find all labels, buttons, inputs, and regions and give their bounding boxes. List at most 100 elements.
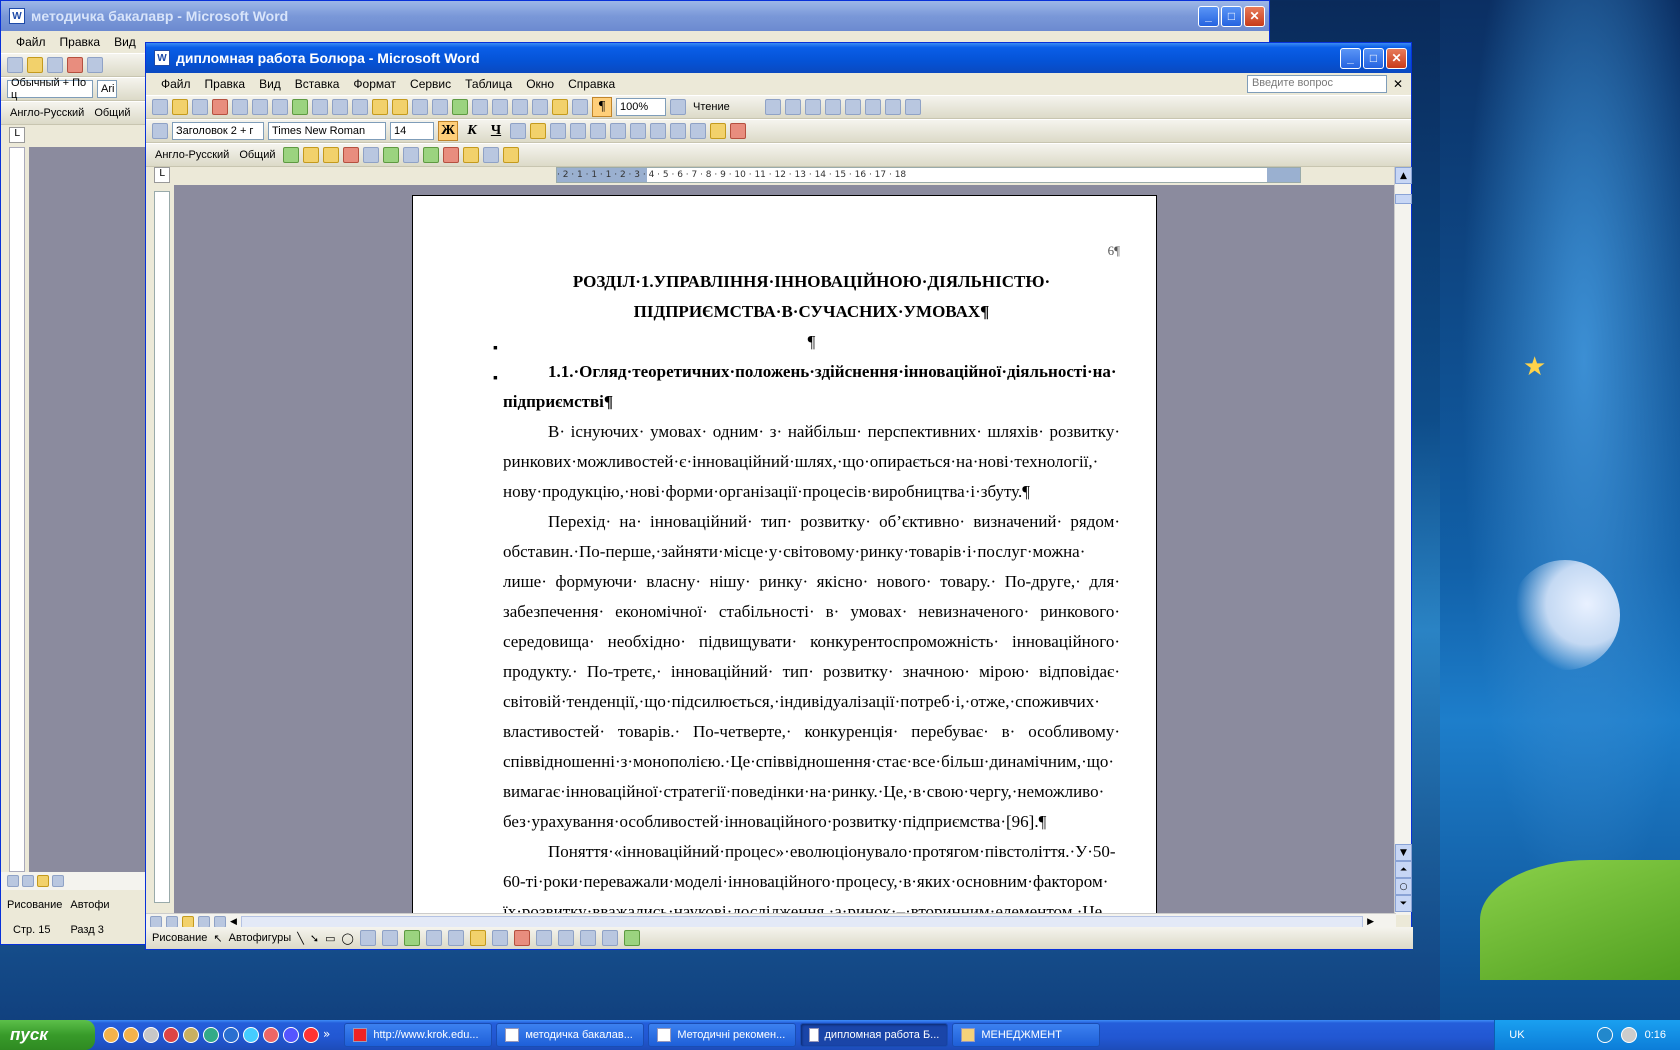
firefox-icon[interactable] (123, 1027, 139, 1043)
front-word-window[interactable]: W дипломная работа Болюра - Microsoft Wo… (145, 42, 1413, 950)
translate-selection-icon[interactable] (302, 147, 319, 163)
new-doc-icon[interactable] (152, 99, 168, 115)
app-icon[interactable] (183, 1027, 199, 1043)
doc-map-icon[interactable] (572, 99, 588, 115)
back-font-select[interactable]: Ari (97, 80, 117, 98)
draw-font-color-icon[interactable] (513, 930, 530, 946)
redo-icon[interactable] (432, 99, 448, 115)
close-button[interactable]: ✕ (1386, 47, 1407, 69)
align-center-icon[interactable] (530, 123, 546, 139)
menu-view[interactable]: Вид (252, 77, 288, 91)
task-browser[interactable]: http://www.krok.edu... (344, 1023, 493, 1047)
fill-color-icon[interactable] (469, 930, 486, 946)
line-icon[interactable]: ╲ (297, 932, 304, 945)
scroll-right-button[interactable]: ▶ (1367, 917, 1374, 927)
vertical-scrollbar[interactable]: ▲ ▼ ⏶ ○ ⏷ (1394, 167, 1412, 915)
font-select[interactable]: Times New Roman (268, 122, 386, 140)
back-window-titlebar[interactable]: W методичка бакалавр - Microsoft Word _ … (1, 1, 1269, 31)
arrow-icon[interactable]: ➘ (310, 932, 319, 945)
desktop-icon[interactable] (143, 1027, 159, 1043)
back-draw-menu[interactable]: Рисование (7, 899, 62, 911)
undo-icon[interactable] (412, 99, 428, 115)
translate-word-icon[interactable] (322, 147, 339, 163)
hyperlink-icon[interactable] (452, 99, 468, 115)
select-objects-icon[interactable]: ↖ (213, 932, 222, 945)
font-size-select[interactable]: 14 (390, 122, 434, 140)
hscroll-track[interactable] (240, 915, 1364, 928)
spelling-icon[interactable] (292, 99, 308, 115)
bullets-icon[interactable] (630, 123, 646, 139)
reading-view-icon[interactable] (214, 915, 226, 928)
vertical-ruler[interactable] (154, 191, 170, 903)
normal-view-icon[interactable] (150, 915, 162, 928)
ie-icon[interactable] (223, 1027, 239, 1043)
tab-stop-selector[interactable]: L (9, 127, 25, 143)
print-layout-icon[interactable] (182, 915, 194, 928)
browse-object-button[interactable]: ○ (1395, 878, 1412, 895)
glossary-icon[interactable] (402, 147, 419, 163)
options-icon[interactable] (382, 147, 399, 163)
menu-insert[interactable]: Вставка (288, 77, 347, 91)
tab-stop-selector[interactable]: L (154, 167, 170, 183)
line-spacing-icon[interactable] (590, 123, 606, 139)
menu-format[interactable]: Формат (346, 77, 403, 91)
back-general-dropdown[interactable]: Общий (91, 107, 133, 119)
research-icon[interactable] (312, 99, 328, 115)
ask-question-input[interactable]: Введите вопрос (1246, 75, 1387, 93)
textbox-icon[interactable] (359, 930, 376, 946)
menu-view[interactable]: Вид (107, 35, 143, 49)
save-icon[interactable] (47, 57, 63, 73)
maximize-button[interactable]: □ (1363, 47, 1384, 69)
insert-table-icon[interactable] (492, 99, 508, 115)
justify-icon[interactable] (570, 123, 586, 139)
menu-file[interactable]: Файл (9, 35, 53, 49)
translate-doc-icon[interactable] (342, 147, 359, 163)
front-window-titlebar[interactable]: W дипломная работа Болюра - Microsoft Wo… (146, 43, 1411, 73)
rectangle-icon[interactable]: ▭ (325, 932, 335, 945)
open-icon[interactable] (172, 99, 188, 115)
contrast-icon[interactable] (804, 99, 821, 115)
back-style-select[interactable]: Обычный + По ц (7, 77, 93, 101)
oval-icon[interactable]: ◯ (341, 932, 353, 945)
general-dropdown[interactable]: Общий (236, 149, 278, 161)
normal-view-icon[interactable] (7, 875, 19, 887)
minimize-button[interactable]: _ (1340, 47, 1361, 69)
scroll-thumb[interactable] (1395, 194, 1412, 204)
clipart-icon[interactable] (425, 930, 442, 946)
menu-table[interactable]: Таблица (458, 77, 519, 91)
text-wrap-icon[interactable] (864, 99, 881, 115)
horizontal-ruler[interactable]: · 2 · 1 · 1 · 1 · 2 · 3 · 4 · 5 · 6 · 7 … (556, 167, 1301, 183)
save-icon[interactable] (192, 99, 208, 115)
font-color-icon[interactable] (730, 123, 746, 139)
dash-style-icon[interactable] (557, 930, 574, 946)
print-preview-icon[interactable] (272, 99, 288, 115)
print-icon[interactable] (87, 57, 103, 73)
excel-icon[interactable] (512, 99, 528, 115)
print-icon[interactable] (252, 99, 268, 115)
scroll-down-button[interactable]: ▼ (1395, 844, 1412, 861)
brightness-icon[interactable] (824, 99, 841, 115)
back-lang-dropdown[interactable]: Англо-Русский (7, 107, 87, 119)
styles-pane-icon[interactable] (152, 123, 168, 139)
prev-page-button[interactable]: ⏶ (1395, 861, 1412, 878)
chrome-icon[interactable] (303, 1027, 319, 1043)
clear-icon[interactable] (482, 147, 499, 163)
app-icon[interactable] (163, 1027, 179, 1043)
email-icon[interactable] (232, 99, 248, 115)
task-word-diploma[interactable]: дипломная работа Б... (800, 1023, 949, 1047)
minimize-button[interactable]: _ (1198, 5, 1219, 27)
search-icon[interactable] (462, 147, 479, 163)
line-color-icon[interactable] (491, 930, 508, 946)
format-picture-icon[interactable] (884, 99, 901, 115)
highlight-icon[interactable] (710, 123, 726, 139)
style-select[interactable]: Заголовок 2 + г (172, 122, 264, 140)
picture-icon[interactable] (764, 99, 781, 115)
menu-window[interactable]: Окно (519, 77, 561, 91)
tray-language[interactable]: UK (1509, 1029, 1524, 1041)
history-icon[interactable] (442, 147, 459, 163)
app-icon[interactable] (243, 1027, 259, 1043)
next-page-button[interactable]: ⏷ (1395, 895, 1412, 912)
app-icon[interactable] (263, 1027, 279, 1043)
permission-icon[interactable] (67, 57, 83, 73)
app-icon[interactable] (283, 1027, 299, 1043)
